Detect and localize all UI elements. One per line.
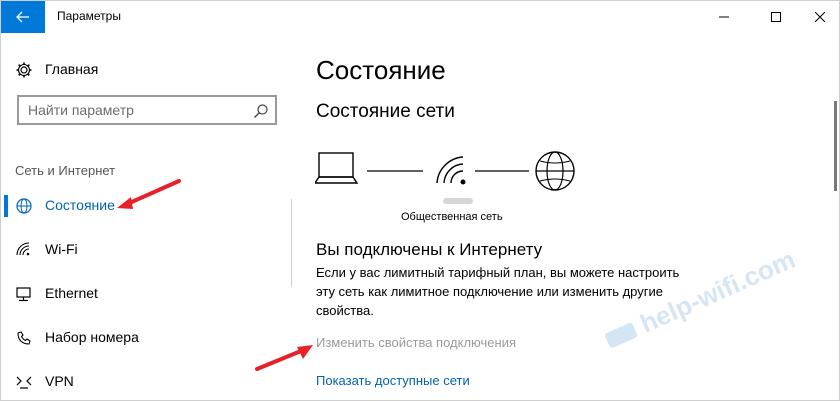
change-connection-properties-link[interactable]: Изменить свойства подключения [316, 335, 516, 350]
maximize-button[interactable] [753, 1, 799, 33]
sidebar-item-label: Состояние [45, 197, 115, 213]
sidebar-item-label: Набор номера [45, 329, 139, 345]
show-available-networks-link[interactable]: Показать доступные сети [316, 373, 470, 388]
sidebar-item-home[interactable]: Главная [1, 53, 293, 85]
watermark-text: help-wifi.com [636, 244, 800, 339]
sidebar: Главная Сеть и Интернет Состояние [1, 33, 293, 400]
minimize-icon [719, 16, 729, 18]
scrollbar[interactable] [834, 101, 837, 191]
annotation-arrow-status [117, 179, 181, 209]
search-input[interactable] [19, 97, 248, 123]
back-button[interactable] [1, 1, 45, 33]
globe-status-icon [16, 198, 32, 214]
close-button[interactable] [797, 1, 839, 33]
vpn-icon [16, 376, 32, 389]
title-bar: Параметры [1, 1, 839, 33]
wifi-signal-icon [436, 156, 466, 185]
connected-title: Вы подключены к Интернету [316, 240, 543, 259]
watermark: help-wifi.com [605, 244, 800, 348]
annotation-arrow-properties [255, 345, 313, 371]
sidebar-item-wifi[interactable]: Wi-Fi [1, 231, 293, 269]
app-title: Параметры [57, 9, 121, 23]
panel-divider [291, 199, 292, 287]
blurred-network-name [443, 198, 473, 204]
search-icon[interactable] [253, 103, 269, 119]
network-status-title: Состояние сети [316, 101, 455, 122]
wifi-icon [16, 242, 30, 256]
section-label: Сеть и Интернет [15, 163, 116, 178]
sidebar-item-vpn[interactable]: VPN [1, 363, 293, 400]
sidebar-home-label: Главная [45, 61, 99, 77]
globe-icon [535, 151, 575, 191]
laptop-icon [315, 152, 359, 184]
settings-window: Параметры Главная Сеть и Ин [0, 0, 840, 401]
ethernet-icon [16, 287, 31, 302]
gear-icon [16, 62, 32, 78]
minimize-button[interactable] [701, 1, 747, 33]
sidebar-item-label: VPN [45, 373, 74, 389]
sidebar-item-ethernet[interactable]: Ethernet [1, 275, 293, 313]
search-box [17, 95, 277, 125]
sidebar-item-label: Ethernet [45, 285, 98, 301]
network-type-label: Общественная сеть [401, 211, 503, 223]
page-title: Состояние [316, 55, 446, 85]
dialup-icon [17, 331, 31, 345]
close-icon [815, 12, 825, 22]
back-arrow-icon [16, 11, 29, 23]
active-indicator [4, 195, 8, 217]
maximize-icon [771, 12, 781, 22]
sidebar-item-dialup[interactable]: Набор номера [1, 319, 293, 357]
sidebar-item-label: Wi-Fi [45, 241, 78, 257]
